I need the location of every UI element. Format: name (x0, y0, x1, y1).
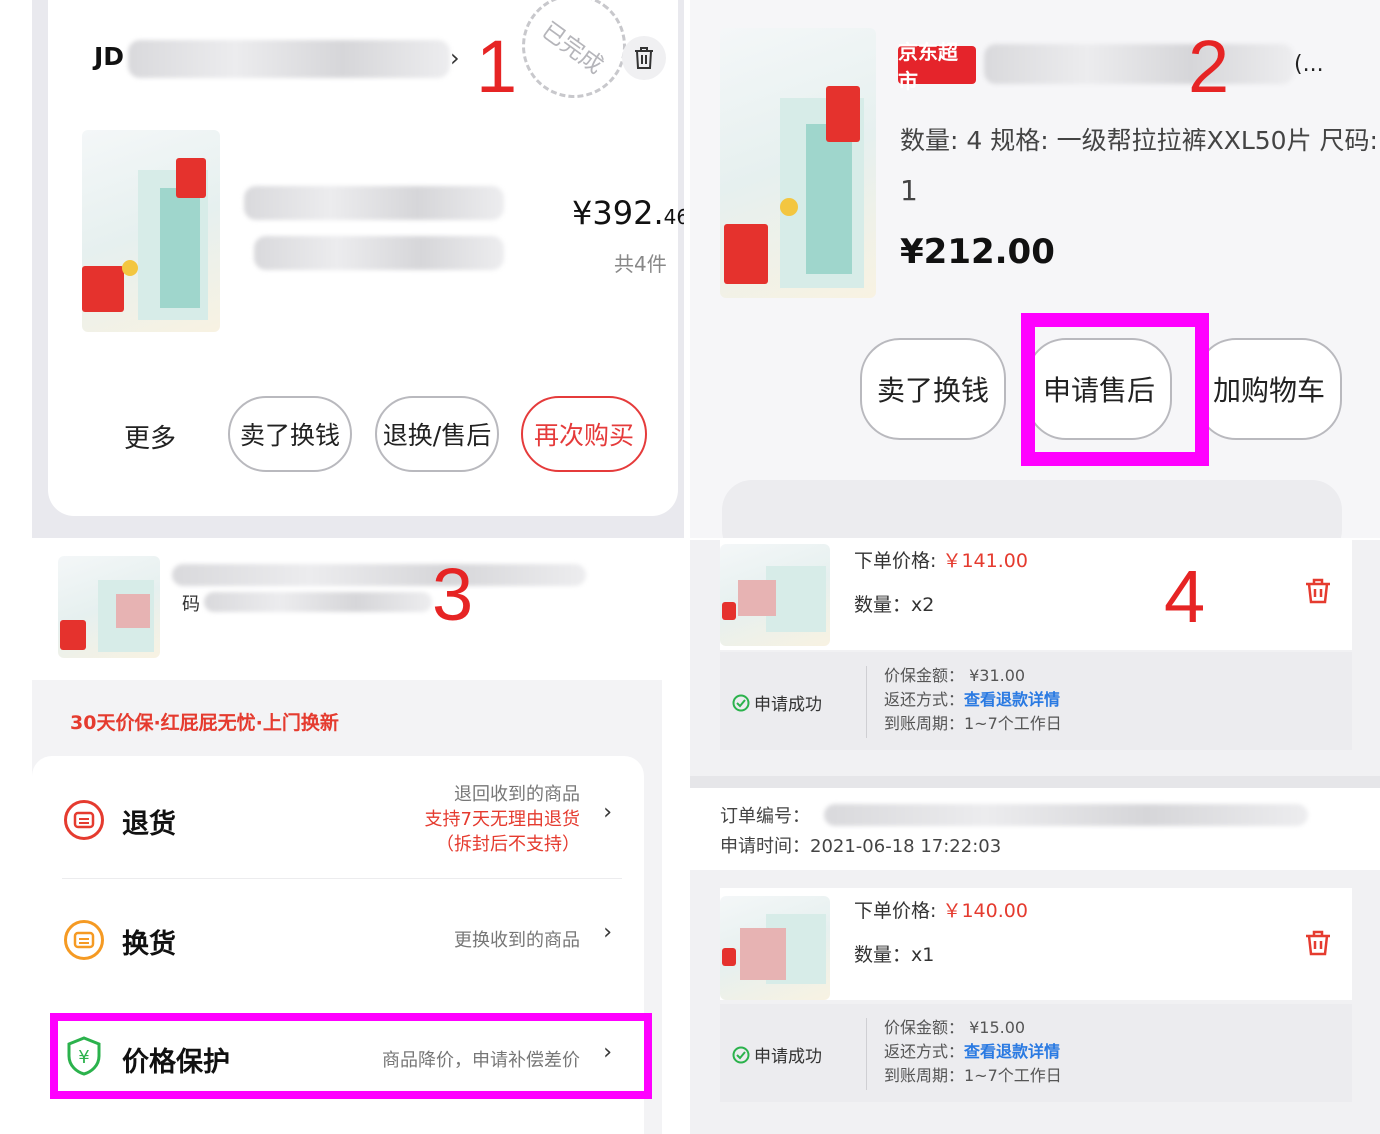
item-count: 共4件 (614, 252, 667, 276)
redacted-product-title (984, 44, 1294, 84)
highlight-price-protection (50, 1013, 652, 1099)
option-return[interactable]: 退货 退回收到的商品 支持7天无理由退货 （拆封后不支持） › (62, 778, 622, 878)
order-card: JD › 1 已完成 ¥392.46 共4件 更多 卖了换钱 退换/售后 再次购… (48, 0, 684, 516)
protection-result-box: 申请成功 价保金额： ¥15.00 返还方式：查看退款详情 到账周期：1~7个工… (720, 1004, 1352, 1102)
shop-chevron-icon[interactable]: › (450, 44, 460, 72)
option-title: 退货 (122, 809, 176, 840)
order-price: 下单价格: ￥141.00 (854, 550, 1028, 572)
return-icon (64, 800, 104, 840)
apply-time: 申请时间：2021-06-18 17:22:03 (720, 836, 1002, 857)
protected-item-card: 下单价格: ￥140.00 数量：x1 (720, 888, 1352, 1000)
order-total-price: ¥392.46 (572, 194, 684, 232)
status-success: 申请成功 (732, 690, 822, 715)
product-title-prefix: 码 (182, 594, 200, 615)
protection-info: 价保金额： ¥31.00 返还方式：查看退款详情 到账周期：1~7个工作日 (884, 666, 1062, 733)
option-description: 更换收到的商品 (454, 930, 580, 951)
return-aftersale-button[interactable]: 退换/售后 (375, 396, 499, 472)
product-title-tail: (... (1294, 52, 1324, 77)
protection-info: 价保金额： ¥15.00 返还方式：查看退款详情 到账周期：1~7个工作日 (884, 1018, 1062, 1085)
redacted-product-title-line2 (204, 592, 432, 612)
product-thumbnail (58, 556, 160, 658)
divider (62, 878, 622, 879)
trash-icon[interactable] (1304, 930, 1332, 956)
buy-again-button[interactable]: 再次购买 (521, 396, 647, 472)
next-section-card (722, 480, 1342, 538)
divider (866, 666, 867, 738)
shop-name-prefix: JD (94, 42, 125, 71)
jd-supermarket-badge: 京东超市 (898, 40, 976, 93)
product-thumbnail (720, 544, 830, 646)
service-banner: 30天价保·红屁屁无忧·上门换新 (70, 712, 339, 734)
panel-aftersale-options: 码 3 30天价保·红屁屁无忧·上门换新 退货 退回收到的商品 支持7天无理由退… (32, 542, 662, 1134)
check-circle-icon (732, 1046, 750, 1063)
trash-icon[interactable] (1304, 578, 1332, 604)
protection-result-box: 申请成功 价保金额： ¥31.00 返还方式：查看退款详情 到账周期：1~7个工… (720, 652, 1352, 750)
view-refund-details-link[interactable]: 查看退款详情 (964, 1042, 1060, 1061)
product-header: 码 3 (32, 542, 662, 680)
quantity: 数量：x2 (854, 594, 935, 616)
panel-order-detail: 京东超市 2 (... 数量: 4 规格: 一级帮拉拉裤XXL50片 尺码: 1… (690, 0, 1380, 538)
section-divider (690, 776, 1380, 788)
trash-icon (635, 47, 653, 69)
exchange-icon (64, 920, 104, 960)
check-circle-icon (732, 694, 750, 711)
chevron-right-icon: › (603, 800, 612, 825)
option-title: 换货 (122, 929, 176, 960)
highlight-apply-aftersale (1021, 313, 1209, 466)
step-number-3: 3 (432, 553, 474, 636)
quantity: 数量：x1 (854, 944, 935, 966)
product-thumbnail[interactable] (720, 28, 876, 298)
protected-item-card: 下单价格: ￥141.00 数量：x2 4 (720, 540, 1352, 650)
add-to-cart-button[interactable]: 加购物车 (1196, 338, 1342, 440)
panel-price-protection-result: 下单价格: ￥141.00 数量：x2 4 申请成功 价保金额： ¥31.00 … (690, 540, 1380, 1134)
sell-for-cash-button[interactable]: 卖了换钱 (228, 396, 352, 472)
order-price: 下单价格: ￥140.00 (854, 900, 1028, 922)
product-price: ¥212.00 (900, 232, 1055, 272)
product-thumbnail (720, 896, 830, 1000)
option-exchange[interactable]: 换货 更换收到的商品 › (62, 892, 622, 982)
step-number-2: 2 (1188, 25, 1230, 108)
more-button[interactable]: 更多 (124, 418, 176, 455)
product-thumbnail[interactable] (82, 130, 220, 332)
chevron-right-icon: › (603, 920, 612, 945)
view-refund-details-link[interactable]: 查看退款详情 (964, 690, 1060, 709)
option-description: 退回收到的商品 支持7天无理由退货 （拆封后不支持） (424, 784, 580, 855)
redacted-shop-name (128, 40, 450, 78)
product-spec: 数量: 4 规格: 一级帮拉拉裤XXL50片 尺码: 1 (900, 126, 1378, 207)
redacted-product-title-line2 (254, 236, 504, 270)
divider (866, 1018, 867, 1090)
order-number-label: 订单编号： (720, 806, 810, 827)
step-number-4: 4 (1164, 555, 1206, 638)
redacted-product-title-line1 (172, 564, 586, 586)
sell-for-cash-button[interactable]: 卖了换钱 (860, 338, 1006, 440)
step-number-1: 1 (476, 25, 518, 108)
delete-order-button[interactable] (622, 36, 666, 80)
panel-order-list: JD › 1 已完成 ¥392.46 共4件 更多 卖了换钱 退换/售后 再次购… (32, 0, 684, 538)
redacted-product-title-line1 (244, 186, 504, 220)
redacted-order-number (824, 804, 1308, 826)
status-success: 申请成功 (732, 1042, 822, 1067)
